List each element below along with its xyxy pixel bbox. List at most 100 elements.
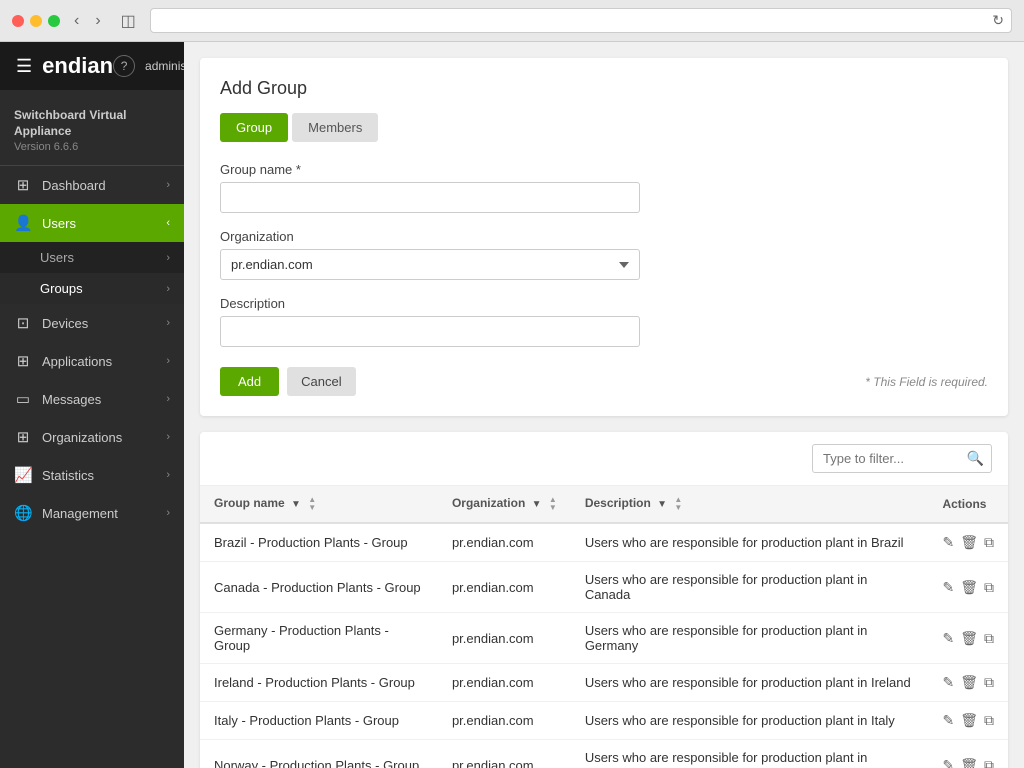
table-row: Norway - Production Plants - Group pr.en… — [200, 740, 1008, 768]
form-actions-left: Add Cancel — [220, 367, 356, 396]
statistics-icon: 📈 — [14, 466, 32, 484]
description-field: Description — [220, 296, 988, 347]
copy-icon[interactable]: ⧉ — [984, 757, 994, 768]
edit-icon[interactable]: ✎ — [942, 579, 954, 596]
forward-button[interactable]: › — [89, 10, 106, 32]
cell-description: Users who are responsible for production… — [571, 740, 929, 768]
copy-icon[interactable]: ⧉ — [984, 674, 994, 691]
sidebar-item-dashboard[interactable]: ⊞ Dashboard › — [0, 166, 184, 204]
management-icon: 🌐 — [14, 504, 32, 522]
sidebar-app-name: Switchboard Virtual Appliance — [14, 108, 170, 139]
sidebar-item-statistics[interactable]: 📈 Statistics › — [0, 456, 184, 494]
sidebar-item-management[interactable]: 🌐 Management › — [0, 494, 184, 532]
edit-icon[interactable]: ✎ — [942, 712, 954, 729]
delete-icon[interactable]: 🗑 — [960, 757, 978, 768]
sidebar-header: Switchboard Virtual Appliance Version 6.… — [0, 90, 184, 166]
cell-group-name: Brazil - Production Plants - Group — [200, 523, 438, 562]
groups-table-card: 🔍 Group name ▼ ▲▼ Organization ▼ — [200, 432, 1008, 768]
organizations-icon: ⊞ — [14, 428, 32, 446]
address-bar-wrap: ↻ — [150, 8, 1012, 33]
sidebar-item-label-statistics: Statistics — [42, 468, 94, 483]
sidebar-subitem-label-groups: Groups — [40, 281, 83, 296]
edit-icon[interactable]: ✎ — [942, 674, 954, 691]
table-row: Italy - Production Plants - Group pr.end… — [200, 702, 1008, 740]
copy-icon[interactable]: ⧉ — [984, 630, 994, 647]
add-button[interactable]: Add — [220, 367, 279, 396]
organization-select[interactable]: pr.endian.com — [220, 249, 640, 280]
chevron-right-icon-groups: › — [166, 283, 170, 295]
edit-icon[interactable]: ✎ — [942, 630, 954, 647]
delete-icon[interactable]: 🗑 — [960, 630, 978, 647]
group-name-label: Group name * — [220, 162, 988, 177]
sidebar-item-label-messages: Messages — [42, 392, 101, 407]
copy-icon[interactable]: ⧉ — [984, 712, 994, 729]
cell-organization: pr.endian.com — [438, 613, 571, 664]
minimize-dot[interactable] — [30, 15, 42, 27]
sidebar-item-label-devices: Devices — [42, 316, 88, 331]
col-description[interactable]: Description ▼ ▲▼ — [571, 486, 929, 523]
address-bar-input[interactable] — [150, 8, 1012, 33]
delete-icon[interactable]: 🗑 — [960, 534, 978, 551]
sort-icons-org: ▲▼ — [549, 496, 557, 512]
filter-icon-th: ▼ — [291, 499, 301, 510]
hamburger-icon[interactable]: ☰ — [16, 56, 32, 77]
sidebar-toggle-button[interactable]: ◫ — [115, 9, 142, 33]
cell-actions: ✎ 🗑 ⧉ — [928, 664, 1008, 702]
filter-input[interactable] — [812, 444, 992, 473]
reload-icon[interactable]: ↻ — [992, 12, 1004, 29]
back-button[interactable]: ‹ — [68, 10, 85, 32]
cell-organization: pr.endian.com — [438, 562, 571, 613]
sidebar-item-devices[interactable]: ⊡ Devices › — [0, 304, 184, 342]
sidebar-nav: ⊞ Dashboard › 👤 Users ‹ Users › Groups › — [0, 166, 184, 532]
sidebar-item-users[interactable]: 👤 Users ‹ — [0, 204, 184, 242]
sidebar-item-label-applications: Applications — [42, 354, 112, 369]
chevron-right-icon-devices: › — [166, 317, 170, 329]
sidebar-item-messages[interactable]: ▭ Messages › — [0, 380, 184, 418]
sidebar-item-applications[interactable]: ⊞ Applications › — [0, 342, 184, 380]
maximize-dot[interactable] — [48, 15, 60, 27]
cancel-button[interactable]: Cancel — [287, 367, 355, 396]
delete-icon[interactable]: 🗑 — [960, 579, 978, 596]
copy-icon[interactable]: ⧉ — [984, 579, 994, 596]
tab-group[interactable]: Group — [220, 113, 288, 142]
topbar: ☰ endian ? administrator@endian.com ▾ — [0, 42, 184, 90]
sidebar-item-organizations[interactable]: ⊞ Organizations › — [0, 418, 184, 456]
dashboard-icon: ⊞ — [14, 176, 32, 194]
help-icon[interactable]: ? — [113, 55, 135, 77]
chevron-down-icon: ‹ — [166, 217, 170, 229]
cell-organization: pr.endian.com — [438, 702, 571, 740]
delete-icon[interactable]: 🗑 — [960, 674, 978, 691]
table-row: Germany - Production Plants - Group pr.e… — [200, 613, 1008, 664]
tab-bar: Group Members — [220, 113, 988, 142]
chevron-right-icon-users: › — [166, 252, 170, 264]
edit-icon[interactable]: ✎ — [942, 757, 954, 768]
cell-actions: ✎ 🗑 ⧉ — [928, 740, 1008, 768]
user-menu[interactable]: administrator@endian.com ▾ — [145, 59, 184, 73]
group-name-input[interactable] — [220, 182, 640, 213]
chevron-right-icon-organizations: › — [166, 431, 170, 443]
sidebar-subitem-groups[interactable]: Groups › — [0, 273, 184, 304]
cell-group-name: Germany - Production Plants - Group — [200, 613, 438, 664]
table-row: Canada - Production Plants - Group pr.en… — [200, 562, 1008, 613]
cell-description: Users who are responsible for production… — [571, 523, 929, 562]
close-dot[interactable] — [12, 15, 24, 27]
sidebar-version: Version 6.6.6 — [14, 141, 170, 153]
browser-nav: ‹ › — [68, 10, 107, 32]
browser-chrome: ‹ › ◫ ↻ — [0, 0, 1024, 42]
delete-icon[interactable]: 🗑 — [960, 712, 978, 729]
required-note: * This Field is required. — [865, 375, 988, 389]
edit-icon[interactable]: ✎ — [942, 534, 954, 551]
description-input[interactable] — [220, 316, 640, 347]
topbar-right: ? administrator@endian.com ▾ — [113, 55, 184, 77]
sidebar-item-label-dashboard: Dashboard — [42, 178, 106, 193]
chevron-right-icon: › — [166, 179, 170, 191]
sidebar-subitem-users[interactable]: Users › — [0, 242, 184, 273]
add-group-card: Add Group Group Members Group name * Org… — [200, 58, 1008, 416]
cell-description: Users who are responsible for production… — [571, 613, 929, 664]
copy-icon[interactable]: ⧉ — [984, 534, 994, 551]
col-organization[interactable]: Organization ▼ ▲▼ — [438, 486, 571, 523]
chevron-right-icon-messages: › — [166, 393, 170, 405]
col-actions: Actions — [928, 486, 1008, 523]
tab-members[interactable]: Members — [292, 113, 378, 142]
col-group-name[interactable]: Group name ▼ ▲▼ — [200, 486, 438, 523]
